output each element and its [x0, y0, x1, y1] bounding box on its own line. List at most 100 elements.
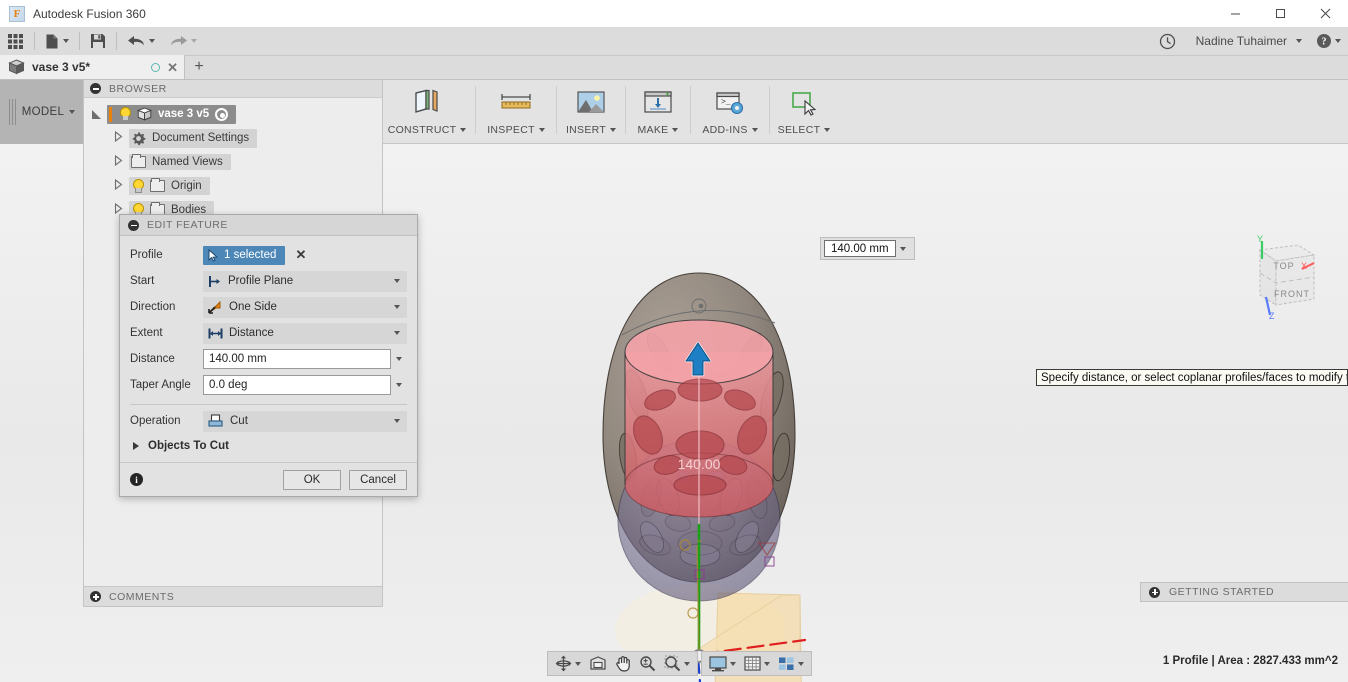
ribbon-group-insert[interactable]: INSERT — [557, 80, 625, 144]
collapse-minus-icon[interactable] — [90, 83, 101, 94]
expand-plus-icon[interactable] — [1149, 586, 1160, 598]
start-dropdown[interactable]: Profile Plane — [203, 270, 407, 292]
browser-header[interactable]: BROWSER — [84, 80, 382, 98]
operation-dropdown[interactable]: Cut — [203, 410, 407, 432]
ribbon-group-construct[interactable]: CONSTRUCT — [379, 80, 475, 144]
tree-chip-named-views[interactable]: Named Views — [129, 153, 231, 170]
distance-dropdown[interactable] — [391, 357, 407, 361]
getting-started-panel[interactable]: GETTING STARTED — [1140, 582, 1348, 602]
dialog-divider — [130, 404, 407, 405]
viewcube-y-label: Y — [1257, 234, 1263, 244]
tree-chip-document-settings[interactable]: Document Settings — [129, 128, 258, 148]
taper-angle-input[interactable]: 0.0 deg — [203, 375, 391, 395]
job-status-button[interactable] — [1152, 27, 1183, 56]
tree-node-named-views[interactable]: Named Views — [84, 150, 382, 174]
ribbon-label-make: MAKE — [637, 124, 669, 136]
lightbulb-icon[interactable] — [131, 179, 144, 193]
save-button[interactable] — [83, 27, 113, 56]
viewport-distance-input[interactable]: 140.00 mm — [824, 240, 896, 257]
viewport-dimension-input-group[interactable]: 140.00 mm — [820, 237, 915, 260]
profile-selected-count: 1 selected — [224, 249, 277, 261]
document-tab-vase3[interactable]: vase 3 v5* ✕ — [0, 55, 185, 79]
expand-triangle-icon[interactable] — [133, 442, 139, 450]
panel-grip — [8, 99, 17, 125]
active-component-marker — [109, 106, 112, 122]
edit-feature-dialog: EDIT FEATURE Profile 1 selected ✕ Start — [119, 214, 418, 497]
undo-button[interactable] — [120, 27, 162, 56]
chevron-down-icon — [764, 661, 770, 666]
ok-button[interactable]: OK — [283, 469, 341, 490]
expand-triangle-icon[interactable] — [92, 109, 101, 119]
chevron-down-icon — [149, 39, 155, 43]
look-at-button[interactable] — [586, 652, 610, 675]
clear-selection-icon[interactable]: ✕ — [295, 247, 306, 263]
tree-chip-origin[interactable]: Origin — [129, 177, 210, 195]
collapse-minus-icon[interactable] — [128, 219, 139, 231]
show-data-panel-button[interactable] — [0, 27, 31, 56]
status-bar-text: 1 Profile | Area : 2827.433 mm^2 — [1162, 655, 1338, 667]
close-tab-icon[interactable]: ✕ — [167, 61, 178, 74]
getting-started-label: GETTING STARTED — [1169, 586, 1275, 598]
tree-node-origin[interactable]: Origin — [84, 174, 382, 198]
save-floppy-icon — [91, 34, 105, 48]
construct-offset-plane-icon — [415, 89, 438, 113]
zoom-button[interactable] — [636, 652, 659, 675]
tree-node-vase3[interactable]: vase 3 v5 — [84, 102, 382, 126]
direction-dropdown[interactable]: One Side — [203, 296, 407, 318]
expand-triangle-icon[interactable] — [114, 177, 123, 195]
viewport-distance-dropdown[interactable] — [896, 246, 911, 251]
sync-circle-icon[interactable] — [151, 62, 161, 72]
file-menu-button[interactable] — [38, 27, 76, 56]
redo-button[interactable] — [162, 27, 204, 56]
user-account-button[interactable]: Nadine Tuhaimer — [1183, 27, 1309, 56]
ribbon-group-add-ins[interactable]: >_ ADD-INS — [691, 80, 769, 144]
objects-to-cut-section[interactable]: Objects To Cut — [130, 434, 407, 458]
view-cube[interactable]: TOP FRONT Y X Z — [1242, 233, 1324, 321]
chevron-down-icon — [900, 246, 907, 251]
row-profile: Profile 1 selected ✕ — [130, 242, 407, 268]
profile-plane-icon — [209, 275, 220, 287]
row-direction: Direction One Side — [130, 294, 407, 320]
cancel-button[interactable]: Cancel — [349, 469, 407, 490]
expand-plus-icon[interactable] — [90, 591, 101, 602]
objects-to-cut-label: Objects To Cut — [148, 440, 229, 452]
ribbon-label-add-ins: ADD-INS — [702, 124, 748, 136]
dialog-footer: OK Cancel — [120, 462, 417, 496]
lightbulb-icon[interactable] — [118, 107, 131, 121]
dialog-header[interactable]: EDIT FEATURE — [120, 215, 417, 236]
activate-radio-icon[interactable] — [215, 107, 229, 121]
direction-value: One Side — [229, 301, 277, 313]
cut-operation-icon — [208, 414, 223, 427]
pan-button[interactable] — [612, 652, 634, 675]
taper-angle-dropdown[interactable] — [391, 383, 407, 387]
inspect-measure-ruler-icon — [501, 93, 531, 108]
new-tab-button[interactable]: + — [185, 55, 213, 79]
redo-arrow-icon — [171, 35, 187, 45]
info-icon[interactable] — [130, 473, 143, 486]
workspace-switcher[interactable]: MODEL — [0, 80, 84, 144]
maximize-icon[interactable] — [1258, 0, 1303, 27]
workspace-label: MODEL — [21, 106, 65, 118]
tree-node-document-settings[interactable]: Document Settings — [84, 126, 382, 150]
help-button[interactable]: ? — [1309, 27, 1348, 56]
expand-triangle-icon[interactable] — [114, 129, 123, 147]
ribbon-group-inspect[interactable]: INSPECT — [476, 80, 556, 144]
display-settings-button[interactable] — [706, 652, 739, 675]
cube-icon — [8, 59, 25, 75]
profile-select-button[interactable]: 1 selected — [203, 245, 286, 265]
close-icon[interactable] — [1303, 0, 1348, 27]
distance-input[interactable]: 140.00 mm — [203, 349, 391, 369]
zoom-window-button[interactable] — [661, 652, 693, 675]
ribbon-group-select[interactable]: SELECT — [770, 80, 838, 144]
viewports-button[interactable] — [775, 652, 807, 675]
comments-panel-header[interactable]: COMMENTS — [84, 586, 382, 606]
grid-icon — [744, 655, 761, 671]
orbit-button[interactable] — [552, 652, 584, 675]
ribbon-group-make[interactable]: MAKE — [626, 80, 690, 144]
navigation-bar — [547, 651, 698, 676]
grid-snaps-button[interactable] — [741, 652, 773, 675]
minimize-icon[interactable] — [1213, 0, 1258, 27]
extent-dropdown[interactable]: Distance — [203, 322, 407, 344]
expand-triangle-icon[interactable] — [114, 153, 123, 171]
tree-chip-vase3[interactable]: vase 3 v5 — [107, 104, 237, 124]
